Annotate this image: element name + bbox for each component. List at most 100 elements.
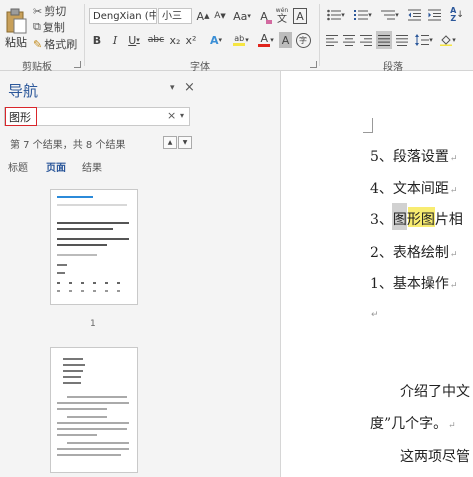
superscript-button[interactable]: x² (184, 32, 198, 48)
numbering-button[interactable]: ▾ (351, 7, 375, 23)
page-thumbnail[interactable] (50, 189, 138, 305)
align-left-icon (326, 34, 338, 46)
distributed-button[interactable] (395, 32, 409, 48)
bullets-button[interactable]: ▾ (324, 7, 348, 23)
phonetic-char-icon: 文 (277, 14, 287, 25)
numbering-icon (354, 10, 369, 20)
decrease-indent-button[interactable] (406, 7, 422, 23)
copy-button[interactable]: ⧉ 复制 (33, 20, 65, 34)
tab-results[interactable]: 结果 (82, 159, 102, 174)
text-effects-label: A (209, 33, 219, 47)
paragraph-text: 介绍了中文 (400, 381, 470, 401)
chevron-down-icon: ▾ (247, 12, 251, 20)
chevron-down-icon: ▾ (170, 83, 175, 93)
list-item: 5、段落设置↵ (370, 146, 457, 166)
enclose-characters-button[interactable]: 字 (295, 32, 311, 48)
font-color-button[interactable]: A ▾ (256, 32, 276, 48)
list-item-text: 2、表格绘制 (370, 245, 449, 261)
line-spacing-button[interactable]: ▾ (413, 32, 435, 48)
paste-button[interactable]: 粘贴 (4, 2, 28, 56)
list-item-text: 4、文本间距 (370, 181, 449, 197)
underline-button[interactable]: U ▾ (125, 32, 143, 48)
thumb-text-line (57, 254, 97, 256)
ribbon: 粘贴 ✂ 剪切 ⧉ 复制 ✎ 格式刷 剪贴板 DengXian (中 小三 A ▲… (0, 0, 473, 73)
thumb-text-line (67, 396, 127, 398)
align-center-button[interactable] (342, 32, 356, 48)
character-border-button[interactable]: A (293, 8, 307, 24)
search-options-icon[interactable]: ▾ (180, 111, 184, 120)
down-arrow-icon: ↓ (456, 10, 464, 20)
nav-title: 导航 (8, 82, 39, 100)
italic-button[interactable]: I (109, 32, 121, 48)
shrink-arrow-icon: ▼ (220, 12, 226, 20)
paragraph-text: 这两项尽管 (400, 446, 470, 466)
shrink-font-button[interactable]: A ▼ (213, 8, 227, 24)
chevron-down-icon: ▾ (136, 36, 140, 44)
align-right-button[interactable] (359, 32, 373, 48)
thumb-text-line (63, 370, 83, 372)
phonetic-guide-button[interactable]: wén 文 (274, 5, 290, 25)
grow-font-button[interactable]: A ▲ (196, 8, 210, 24)
clear-format-button[interactable]: A (256, 8, 272, 24)
paragraph-mark-icon: ↵ (449, 250, 458, 260)
thumb-text-line (57, 272, 65, 274)
increase-indent-button[interactable] (426, 7, 442, 23)
chevron-down-icon: ▾ (395, 11, 399, 19)
divider (84, 4, 85, 66)
chevron-down-icon: ▾ (270, 36, 274, 44)
copy-icon: ⧉ (33, 20, 41, 33)
change-case-button[interactable]: Aa ▾ (232, 8, 252, 24)
grow-font-label: A (196, 9, 205, 23)
align-left-button[interactable] (325, 32, 339, 48)
font-launcher[interactable] (310, 61, 317, 68)
list-item: 4、文本间距↵ (370, 178, 457, 198)
highlight-color-button[interactable]: ab ▾ (230, 32, 252, 48)
divider (319, 4, 320, 66)
justify-button[interactable] (376, 31, 392, 49)
paint-bucket-icon (440, 35, 453, 46)
page-thumbnail[interactable] (50, 347, 138, 473)
font-color-swatch (258, 43, 271, 47)
chevron-down-icon: ▾ (429, 36, 433, 44)
bold-button[interactable]: B (91, 32, 103, 48)
multilevel-list-button[interactable]: ▾ (378, 7, 402, 23)
tab-pages[interactable]: 页面 (46, 159, 66, 174)
tab-headings[interactable]: 标题 (8, 159, 28, 174)
nav-close-button[interactable]: × (184, 80, 195, 95)
paragraph-mark-icon: ↵ (371, 310, 379, 320)
clipboard-launcher[interactable] (74, 61, 81, 68)
thumb-text-line (57, 228, 113, 230)
cut-button[interactable]: ✂ 剪切 (33, 4, 67, 19)
text-effects-button[interactable]: A ▾ (206, 32, 226, 48)
thumb-text-line (63, 376, 81, 378)
next-result-button[interactable]: ▼ (178, 136, 192, 149)
thumb-text-line (57, 238, 129, 240)
character-shading-button[interactable]: A (279, 32, 292, 48)
shading-button[interactable]: ▾ (438, 32, 458, 48)
strikethrough-button[interactable]: abc (147, 32, 165, 48)
change-case-label: Aa (233, 9, 248, 23)
nav-search-box[interactable]: 图形 × ▾ (4, 107, 190, 126)
sort-button[interactable]: A Z ↓ (446, 7, 468, 23)
italic-label: I (112, 33, 118, 47)
subscript-button[interactable]: x₂ (168, 32, 182, 48)
list-item: 1、基本操作↵ (370, 273, 457, 293)
thumb-text-line (57, 244, 107, 246)
cut-label: 剪切 (44, 5, 67, 18)
thumb-text-line (57, 408, 107, 410)
clear-search-icon[interactable]: × (167, 109, 176, 122)
chevron-down-icon: ▾ (452, 36, 456, 44)
nav-search-input[interactable]: 图形 (9, 109, 31, 125)
font-name-select[interactable]: DengXian (中 (89, 8, 157, 24)
font-color-label: A (260, 31, 268, 45)
thumb-text-line (57, 402, 129, 404)
grow-arrow-icon: ▲ (204, 12, 210, 20)
nav-options-dropdown[interactable]: ▾ (170, 83, 175, 93)
thumb-text-line (63, 364, 85, 366)
align-center-icon (343, 34, 355, 46)
previous-result-button[interactable]: ▲ (163, 136, 177, 149)
font-color-icon: A (258, 31, 271, 47)
thumb-text-line (57, 282, 129, 284)
font-size-select[interactable]: 小三 (158, 8, 192, 24)
format-painter-button[interactable]: ✎ 格式刷 (33, 37, 77, 52)
